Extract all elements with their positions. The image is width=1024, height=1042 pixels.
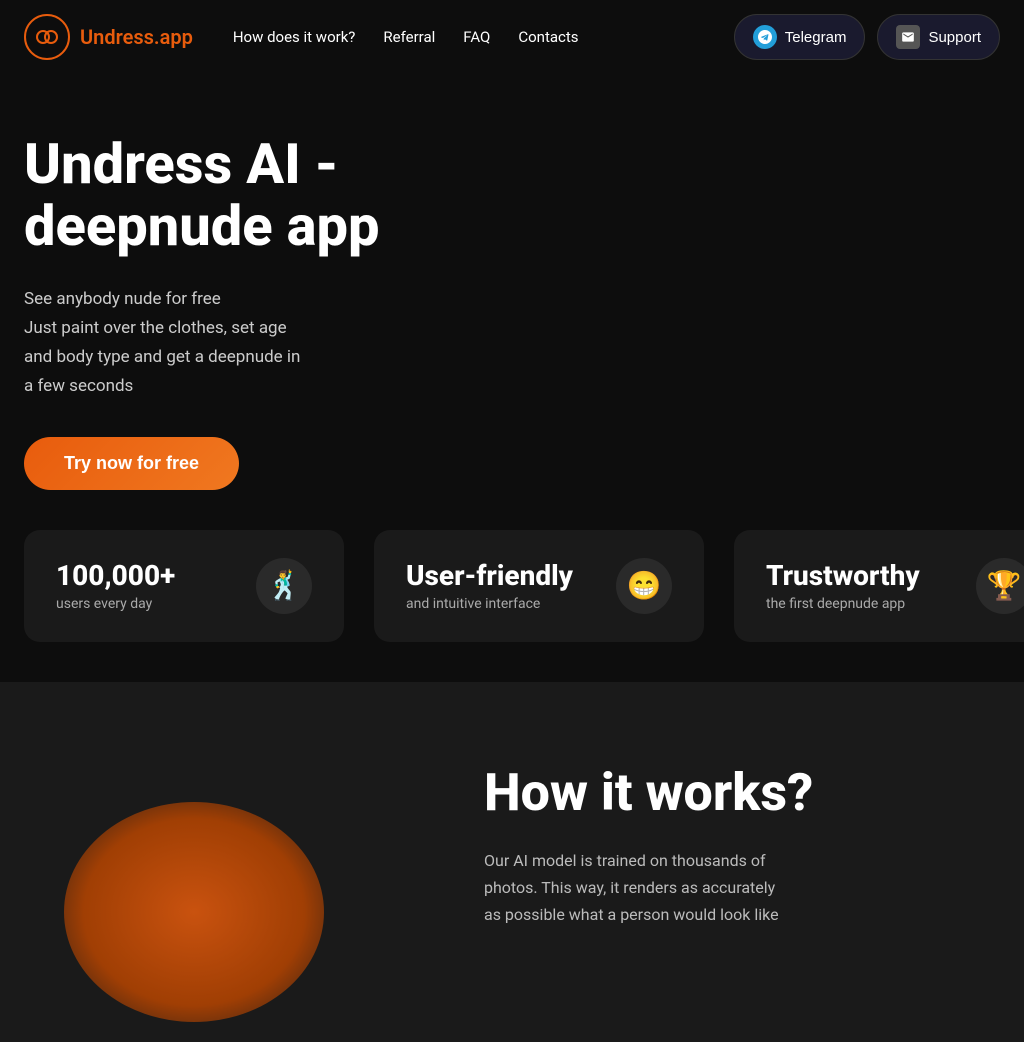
try-now-button[interactable]: Try now for free: [24, 437, 239, 490]
nav-how-link[interactable]: How does it work?: [233, 28, 356, 46]
how-section: How it works? Our AI model is trained on…: [0, 682, 1024, 1042]
logo-text: Undress.app: [80, 25, 193, 49]
telegram-button[interactable]: Telegram: [734, 14, 866, 60]
stat-emoji-trust: 🏆: [976, 558, 1024, 614]
hero-description: See anybody nude for free Just paint ove…: [24, 285, 384, 401]
logo-area[interactable]: Undress.app: [24, 14, 193, 60]
hero-title: Undress AI - deepnude app: [24, 134, 524, 257]
stat-label-friendly: and intuitive interface: [406, 596, 573, 612]
logo-icon: [24, 14, 70, 60]
telegram-icon: [753, 25, 777, 49]
nav-contacts-link[interactable]: Contacts: [518, 28, 578, 46]
how-right: How it works? Our AI model is trained on…: [484, 762, 1000, 929]
telegram-label: Telegram: [785, 29, 847, 46]
support-label: Support: [928, 29, 981, 46]
stat-card-trust: Trustworthy the first deepnude app 🏆: [734, 530, 1024, 642]
support-button[interactable]: Support: [877, 14, 1000, 60]
how-title: How it works?: [484, 762, 1000, 823]
orange-blob-decoration: [64, 802, 324, 1022]
stat-emoji-users: 🕺: [256, 558, 312, 614]
stat-label-trust: the first deepnude app: [766, 596, 920, 612]
nav-faq-link[interactable]: FAQ: [463, 28, 490, 46]
stat-text-users: 100,000+ users every day: [56, 559, 175, 612]
support-icon: [896, 25, 920, 49]
stat-number-users: 100,000+: [56, 559, 175, 592]
nav-referral-link[interactable]: Referral: [383, 28, 435, 46]
hero-section: Undress AI - deepnude app See anybody nu…: [0, 74, 1024, 682]
stat-card-friendly: User-friendly and intuitive interface 😁: [374, 530, 704, 642]
how-left: [24, 762, 444, 982]
logo-highlight: Un: [80, 25, 104, 49]
stat-label-users: users every day: [56, 596, 175, 612]
nav-buttons: Telegram Support: [734, 14, 1000, 60]
stat-card-users: 100,000+ users every day 🕺: [24, 530, 344, 642]
stat-number-trust: Trustworthy: [766, 559, 920, 592]
stat-number-friendly: User-friendly: [406, 559, 573, 592]
navbar: Undress.app How does it work? Referral F…: [0, 0, 1024, 74]
stat-emoji-friendly: 😁: [616, 558, 672, 614]
stat-text-friendly: User-friendly and intuitive interface: [406, 559, 573, 612]
nav-links: How does it work? Referral FAQ Contacts: [233, 28, 710, 46]
how-description: Our AI model is trained on thousands of …: [484, 847, 944, 929]
stat-text-trust: Trustworthy the first deepnude app: [766, 559, 920, 612]
